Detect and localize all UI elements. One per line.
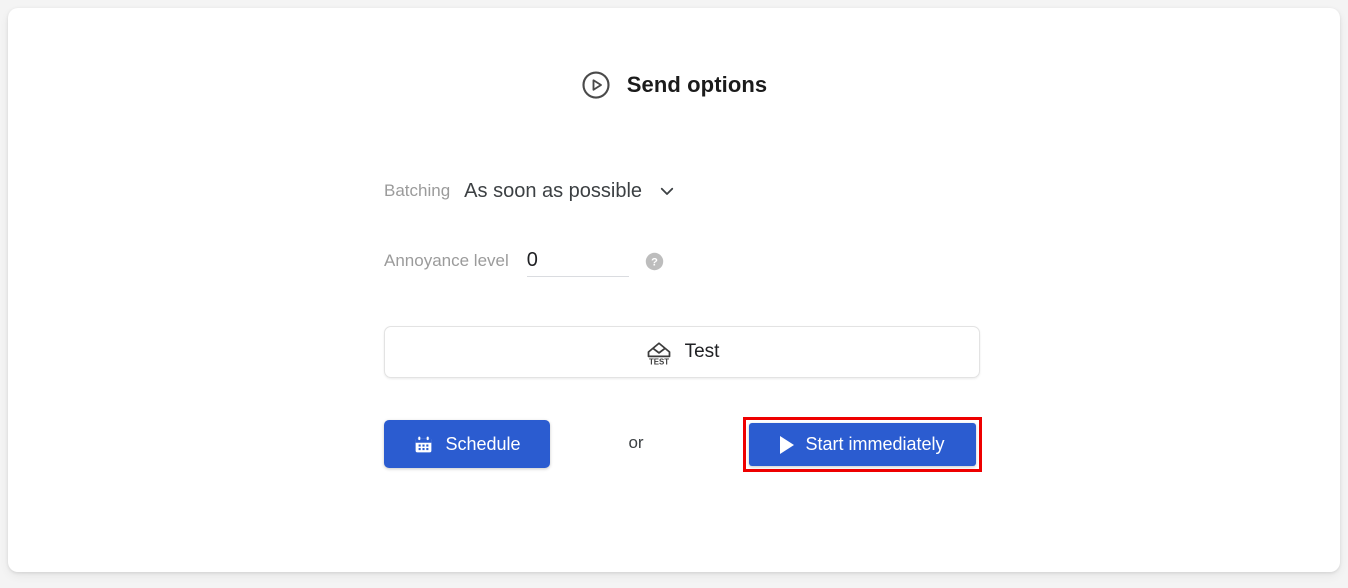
card-header: Send options [8, 70, 1340, 100]
start-immediately-button-label: Start immediately [805, 434, 945, 454]
start-immediately-highlight: Start immediately [743, 417, 982, 472]
batching-label: Batching [384, 181, 451, 200]
schedule-button-label: Schedule [445, 433, 521, 454]
play-circle-icon [581, 70, 611, 100]
chevron-down-icon[interactable] [642, 182, 676, 200]
send-options-form: Batching As soon as possible Annoyance l… [384, 168, 984, 306]
test-envelope-icon: TEST [645, 338, 673, 366]
schedule-button[interactable]: Schedule [384, 420, 550, 468]
or-separator: or [628, 433, 644, 452]
play-triangle-icon [780, 435, 795, 454]
annoyance-level-label: Annoyance level [384, 251, 509, 270]
send-options-card: Send options Batching As soon as possibl… [8, 8, 1340, 572]
test-button[interactable]: TEST Test [384, 326, 980, 378]
batching-row: Batching As soon as possible [384, 168, 984, 214]
calendar-icon [413, 434, 434, 455]
batching-select-value[interactable]: As soon as possible [464, 180, 642, 203]
page-title: Send options [626, 72, 768, 97]
start-immediately-button[interactable]: Start immediately [749, 423, 976, 466]
action-buttons: Schedule or Start immediately [384, 417, 984, 473]
svg-text:TEST: TEST [649, 357, 669, 366]
help-icon[interactable]: ? [629, 252, 664, 271]
annoyance-level-input[interactable]: 0 [526, 246, 629, 277]
svg-text:?: ? [651, 256, 658, 268]
test-button-label: Test [684, 341, 720, 362]
annoyance-level-value: 0 [526, 248, 538, 271]
annoyance-level-row: Annoyance level 0 ? [384, 238, 984, 284]
